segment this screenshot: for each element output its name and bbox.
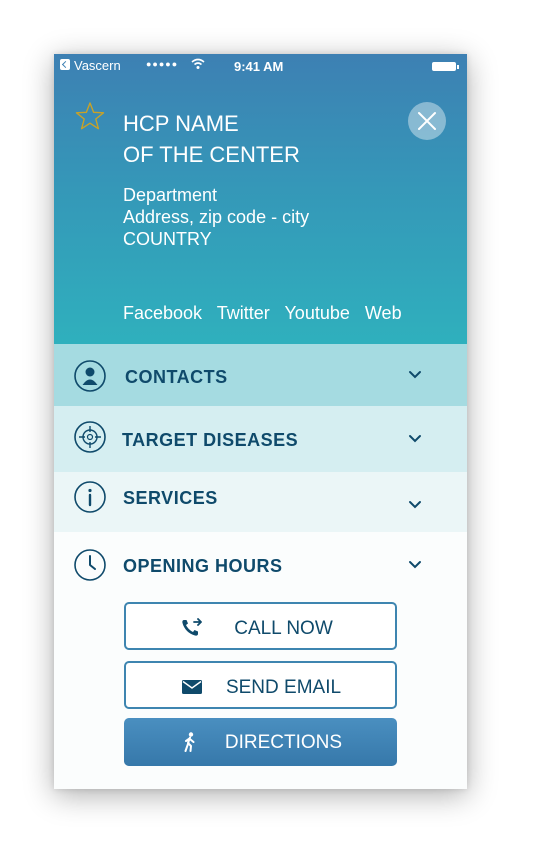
address-text: Address, zip code - city xyxy=(123,207,310,227)
title-line-2: OF THE CENTER xyxy=(123,142,300,167)
call-now-button[interactable]: CALL NOW xyxy=(124,602,397,650)
title-line-1: HCP NAME xyxy=(123,111,239,136)
youtube-link[interactable]: Youtube xyxy=(284,303,349,323)
close-icon xyxy=(418,112,436,130)
status-time: 9:41 AM xyxy=(234,59,284,74)
section-services[interactable]: SERVICES xyxy=(54,472,467,532)
section-opening-hours[interactable]: OPENING HOURS xyxy=(54,532,467,592)
facebook-link[interactable]: Facebook xyxy=(123,303,202,323)
info-icon xyxy=(74,481,106,513)
country-text: COUNTRY xyxy=(123,229,212,249)
close-button[interactable] xyxy=(408,102,446,140)
chevron-down-icon xyxy=(409,561,421,569)
target-icon xyxy=(74,421,106,453)
status-bar: Vascern ●●●●● 9:41 AM xyxy=(54,54,467,78)
center-title: HCP NAME OF THE CENTER xyxy=(123,108,383,170)
call-now-label: CALL NOW xyxy=(234,618,333,639)
directions-button[interactable]: DIRECTIONS xyxy=(124,718,397,766)
section-label-services: SERVICES xyxy=(123,488,218,508)
send-email-button[interactable]: SEND EMAIL xyxy=(124,661,397,709)
send-email-label: SEND EMAIL xyxy=(225,677,342,698)
center-header: Vascern ●●●●● 9:41 AM HCP NAME OF THE CE… xyxy=(54,54,467,344)
detail-screen: Vascern ●●●●● 9:41 AM HCP NAME OF THE CE… xyxy=(54,54,467,789)
section-label-contacts: CONTACTS xyxy=(125,367,228,387)
chevron-down-icon xyxy=(409,435,421,443)
twitter-link[interactable]: Twitter xyxy=(217,303,270,323)
star-icon[interactable] xyxy=(74,100,106,132)
center-address: Department Address, zip code - city COUN… xyxy=(123,184,309,250)
person-icon xyxy=(74,360,106,392)
social-links: Facebook Twitter Youtube Web xyxy=(123,303,412,324)
web-link[interactable]: Web xyxy=(365,303,402,323)
section-label-target-diseases: TARGET DISEASES xyxy=(122,430,299,450)
section-label-opening-hours: OPENING HOURS xyxy=(123,556,283,576)
chevron-down-icon xyxy=(409,501,421,509)
status-app-name[interactable]: Vascern xyxy=(74,58,121,73)
section-target-diseases[interactable]: TARGET DISEASES xyxy=(54,406,467,472)
directions-label: DIRECTIONS xyxy=(224,732,343,753)
clock-icon xyxy=(74,549,106,581)
back-to-app-icon[interactable] xyxy=(60,59,70,70)
battery-icon xyxy=(432,62,459,71)
wifi-icon xyxy=(191,58,205,69)
department-text: Department xyxy=(123,185,218,205)
chevron-down-icon xyxy=(409,371,421,379)
signal-icon: ●●●●● xyxy=(146,59,179,69)
section-contacts[interactable]: CONTACTS xyxy=(54,344,467,406)
